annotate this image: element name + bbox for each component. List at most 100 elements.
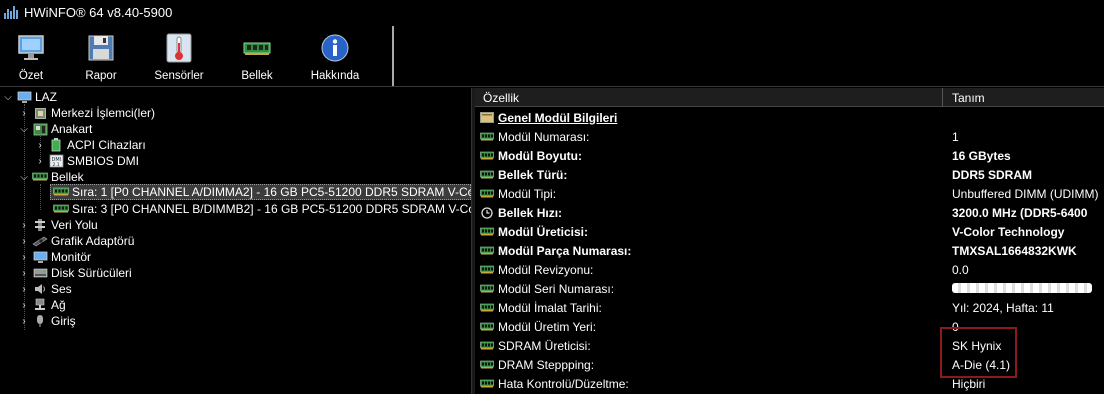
hwinfo-app-icon	[4, 5, 18, 19]
monitor-icon	[32, 250, 48, 264]
window-title: HWiNFO® 64 v8.40-5900	[24, 4, 173, 20]
details-header: Özellik Tanım	[475, 88, 1104, 107]
tree-item-label: Sıra: 1 [P0 CHANNEL A/DIMMA2] - 16 GB PC…	[72, 185, 471, 199]
tree-item-label: Veri Yolu	[51, 218, 98, 232]
svg-text:2.1: 2.1	[52, 162, 59, 168]
tree-item-input[interactable]: › Giriş	[18, 313, 76, 329]
ram-small-icon	[480, 340, 494, 351]
sensors-button[interactable]: Sensörler	[140, 24, 218, 86]
chevron-right-icon[interactable]: ›	[18, 236, 30, 247]
memory-button[interactable]: Bellek	[218, 24, 296, 86]
summary-button-label: Özet	[18, 70, 44, 82]
summary-button[interactable]: Özet	[0, 24, 62, 86]
detail-row-label: Modül İmalat Tarihi:	[498, 300, 602, 315]
tree-item-label: Ses	[51, 282, 72, 296]
ram-small-icon	[480, 150, 494, 161]
detail-row-value: Unbuffered DIMM (UDIMM)	[952, 186, 1099, 201]
ram-small-icon	[480, 131, 494, 142]
detail-row[interactable]: Modül Seri Numarası:	[475, 279, 1104, 298]
detail-row-label: Modül Üreticisi:	[498, 224, 589, 239]
tree-connector	[40, 184, 41, 210]
detail-row-label: DRAM Steppping:	[498, 357, 595, 372]
input-icon	[32, 314, 48, 328]
about-button-label: Hakkında	[310, 70, 360, 82]
detail-row[interactable]: Genel Modül Bilgileri	[475, 108, 1104, 127]
detail-row[interactable]: Bellek Hızı: 3200.0 MHz (DDR5-6400	[475, 203, 1104, 222]
detail-row-value: 16 GBytes	[952, 148, 1011, 163]
dmi-icon: DMI 2.1	[48, 154, 64, 168]
detail-row-value: TMXSAL1664832KWK	[952, 243, 1077, 258]
tree-root[interactable]: ⌵ LAZ	[2, 89, 57, 105]
report-button[interactable]: Rapor	[62, 24, 140, 86]
section-icon	[480, 112, 494, 123]
tree-item-label: SMBIOS DMI	[67, 154, 140, 168]
tree-item-audio[interactable]: › Ses	[18, 281, 72, 297]
detail-row[interactable]: Modül Boyutu: 16 GBytes	[475, 146, 1104, 165]
thermometer-icon	[163, 32, 195, 64]
chevron-right-icon[interactable]: ›	[34, 140, 46, 151]
detail-row-value: 3200.0 MHz (DDR5-6400	[952, 205, 1088, 220]
detail-row-label: Modül Tipi:	[498, 186, 557, 201]
column-header-property[interactable]: Özellik	[483, 91, 519, 105]
detail-row[interactable]: Modül Üreticisi: V-Color Technology	[475, 222, 1104, 241]
detail-row-label: SDRAM Üreticisi:	[498, 338, 591, 353]
chevron-right-icon[interactable]: ›	[34, 156, 46, 167]
tree-item-motherboard[interactable]: ⌵ Anakart	[18, 121, 92, 137]
chevron-down-icon[interactable]: ⌵	[18, 172, 30, 183]
ram-small-icon	[480, 378, 494, 389]
detail-row-label: Bellek Türü:	[498, 167, 568, 182]
chevron-right-icon[interactable]: ›	[18, 316, 30, 327]
ram-small-icon	[480, 359, 494, 370]
tree-item-network[interactable]: › Ağ	[18, 297, 65, 313]
column-header-value[interactable]: Tanım	[952, 91, 985, 105]
ram-icon	[32, 170, 48, 184]
memory-button-label: Bellek	[241, 70, 273, 82]
speaker-icon	[32, 282, 48, 296]
column-separator[interactable]	[942, 88, 943, 107]
device-tree[interactable]: ⌵ LAZ › Merkezi İşlemci(ler) ⌵ Anakart ›…	[0, 88, 471, 394]
tree-item-dimm-3[interactable]: Sıra: 3 [P0 CHANNEL B/DIMMB2] - 16 GB PC…	[51, 201, 471, 217]
chevron-down-icon[interactable]: ⌵	[2, 92, 14, 103]
cpu-icon	[32, 106, 48, 120]
tree-item-monitor[interactable]: › Monitör	[18, 249, 91, 265]
tree-item-smbios[interactable]: › DMI 2.1 SMBIOS DMI	[34, 153, 139, 169]
detail-row[interactable]: Bellek Türü: DDR5 SDRAM	[475, 165, 1104, 184]
bus-icon	[32, 218, 48, 232]
title-bar: HWiNFO® 64 v8.40-5900	[0, 0, 1104, 24]
detail-row[interactable]: Modül Tipi: Unbuffered DIMM (UDIMM)	[475, 184, 1104, 203]
disk-icon	[32, 266, 48, 280]
tree-item-gpu[interactable]: › Grafik Adaptörü	[18, 233, 134, 249]
computer-icon	[16, 90, 32, 104]
tree-item-dimm-1[interactable]: Sıra: 1 [P0 CHANNEL A/DIMMA2] - 16 GB PC…	[50, 184, 471, 200]
chevron-right-icon[interactable]: ›	[18, 284, 30, 295]
tree-item-acpi[interactable]: › ACPI Cihazları	[34, 137, 146, 153]
ram-small-icon	[480, 226, 494, 237]
tree-item-label: Giriş	[51, 314, 76, 328]
tree-item-bus[interactable]: › Veri Yolu	[18, 217, 98, 233]
chevron-right-icon[interactable]: ›	[18, 108, 30, 119]
highlight-annotation-box	[940, 327, 1017, 378]
chevron-right-icon[interactable]: ›	[18, 268, 30, 279]
toolbar: Özet Rapor Sensörler Bellek Hakkında	[0, 24, 393, 86]
chevron-down-icon[interactable]: ⌵	[18, 124, 30, 135]
chevron-right-icon[interactable]: ›	[18, 300, 30, 311]
detail-row-label: Modül Revizyonu:	[498, 262, 594, 277]
detail-row[interactable]: Modül Numarası: 1	[475, 127, 1104, 146]
tree-item-memory[interactable]: ⌵ Bellek	[18, 169, 83, 185]
ram-small-icon	[480, 245, 494, 256]
about-button[interactable]: Hakkında	[296, 24, 374, 86]
detail-row[interactable]: Modül Revizyonu: 0.0	[475, 260, 1104, 279]
ram-small-icon	[480, 302, 494, 313]
ram-small-icon	[480, 188, 494, 199]
battery-icon	[48, 138, 64, 152]
detail-row-value: V-Color Technology	[952, 224, 1065, 239]
tree-item-disks[interactable]: › Disk Sürücüleri	[18, 265, 131, 281]
detail-row[interactable]: Modül İmalat Tarihi: Yıl: 2024, Hafta: 11	[475, 298, 1104, 317]
detail-row[interactable]: Modül Parça Numarası: TMXSAL1664832KWK	[475, 241, 1104, 260]
detail-row-label: Bellek Hızı:	[498, 205, 563, 220]
detail-row-value: 1	[952, 129, 959, 144]
chevron-right-icon[interactable]: ›	[18, 252, 30, 263]
chevron-right-icon[interactable]: ›	[18, 220, 30, 231]
tree-item-cpu[interactable]: › Merkezi İşlemci(ler)	[18, 105, 155, 121]
network-icon	[32, 298, 48, 312]
